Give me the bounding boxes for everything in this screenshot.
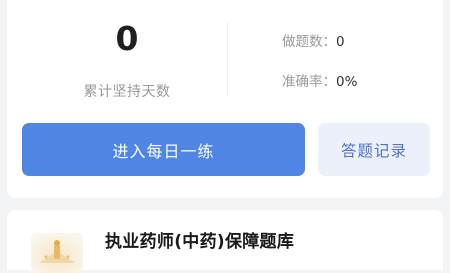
- accuracy-label: 准确率：: [282, 74, 336, 90]
- stats-card: 0 累计坚持天数 做题数：0 准确率：0% 进入每日一练 答题记录: [7, 0, 443, 198]
- questions-done-stat: 做题数：0: [282, 30, 345, 50]
- streak-days-count: 0: [115, 19, 139, 58]
- questions-done-value: 0: [336, 34, 345, 50]
- daily-practice-button[interactable]: 进入每日一练: [22, 123, 305, 176]
- question-bank-title: 执业药师(中药)保障题库: [105, 232, 295, 252]
- accuracy-value: 0%: [336, 74, 358, 90]
- stats-divider: [227, 22, 228, 97]
- streak-days-label: 累计坚持天数: [83, 84, 171, 100]
- question-bank-card[interactable]: 执业药师(中药)保障题库: [7, 210, 443, 273]
- accuracy-stat: 准确率：0%: [282, 70, 357, 90]
- questions-done-label: 做题数：: [282, 34, 336, 50]
- book-thumbnail-icon: [31, 233, 83, 273]
- answer-records-button[interactable]: 答题记录: [318, 123, 430, 176]
